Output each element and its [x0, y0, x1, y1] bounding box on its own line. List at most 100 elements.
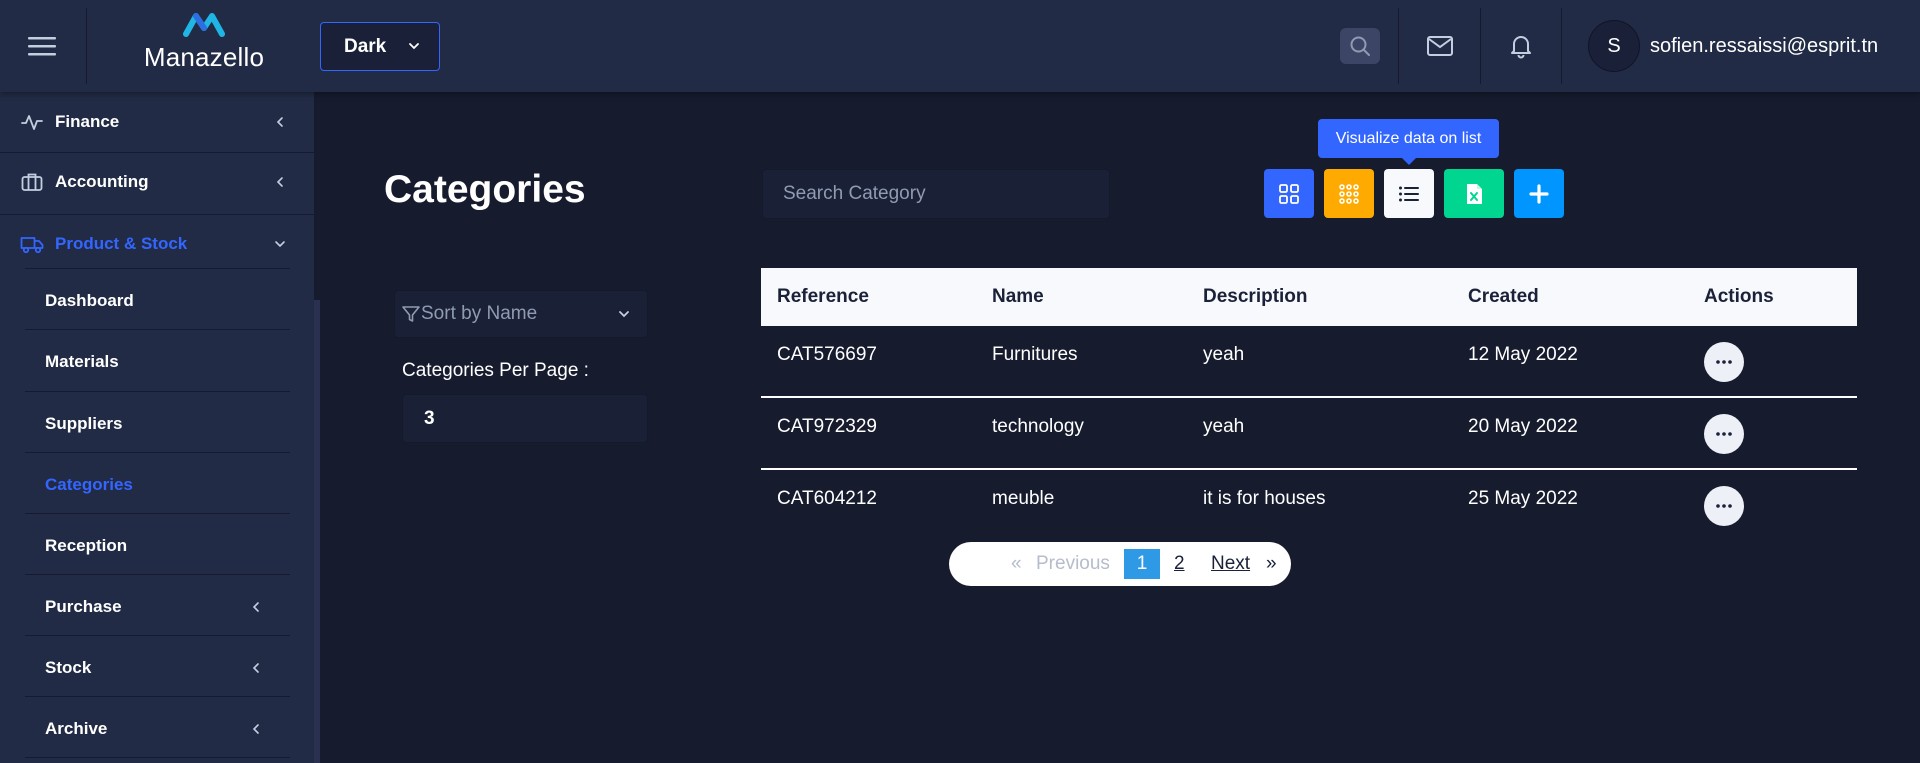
logo-mark-icon [183, 13, 225, 37]
cell-reference: CAT604212 [777, 488, 877, 509]
chevron-left-icon [252, 724, 259, 734]
categories-table: Reference Name Description Created Actio… [761, 268, 1857, 542]
sidebar-item-archive[interactable]: Archive [25, 700, 290, 758]
cell-created: 25 May 2022 [1468, 488, 1578, 509]
sidebar-item-suppliers[interactable]: Suppliers [25, 395, 290, 453]
sidebar-item-label: Stock [45, 658, 92, 677]
pagination-page-current[interactable]: 1 [1124, 549, 1160, 579]
per-page-label: Categories Per Page : [402, 360, 589, 381]
sort-select-value: Sort by Name [421, 303, 538, 324]
sidebar-item-finance[interactable]: Finance [0, 102, 314, 142]
briefcase-icon [20, 170, 44, 194]
search-button[interactable] [1340, 28, 1380, 64]
sidebar-item-label: Categories [45, 475, 133, 494]
tooltip: Visualize data on list [1318, 119, 1499, 165]
filter-icon [402, 306, 420, 322]
chevron-left-icon [252, 602, 259, 612]
mail-icon [1427, 36, 1453, 56]
sidebar-item-reception[interactable]: Reception [25, 517, 290, 575]
pagination-next-arrow[interactable]: » [1266, 542, 1277, 586]
pagination-page[interactable]: 2 [1174, 542, 1185, 586]
grid-view-button[interactable] [1264, 169, 1314, 218]
theme-select[interactable]: Dark [320, 22, 440, 71]
cell-description: it is for houses [1203, 488, 1326, 509]
row-actions-button[interactable] [1704, 414, 1744, 454]
search-placeholder: Search Category [783, 183, 926, 204]
cell-created: 20 May 2022 [1468, 416, 1578, 437]
column-header-name[interactable]: Name [992, 286, 1044, 308]
chevron-down-icon [619, 311, 629, 318]
user-menu[interactable]: S sofien.ressaissi@esprit.tn [1588, 20, 1878, 72]
sidebar-item-accounting[interactable]: Accounting [0, 157, 314, 207]
pagination-prev-arrow: « [1011, 553, 1022, 574]
sidebar-item-purchase[interactable]: Purchase [25, 578, 290, 636]
more-horizontal-icon [1716, 360, 1732, 364]
pagination-next[interactable]: Next [1211, 542, 1250, 586]
column-header-reference[interactable]: Reference [777, 286, 869, 308]
cell-description: yeah [1203, 416, 1245, 437]
sort-select[interactable]: Sort by Name [394, 290, 648, 338]
add-category-button[interactable] [1514, 169, 1564, 218]
sidebar-item-label: Archive [45, 719, 108, 738]
sidebar-item-stock[interactable]: Stock [25, 639, 290, 697]
car-icon [20, 232, 44, 256]
app-logo[interactable]: Manazello [136, 10, 272, 80]
sidebar-divider [0, 214, 314, 215]
table-row: CAT972329 technology yeah 20 May 2022 [761, 398, 1857, 470]
column-header-description[interactable]: Description [1203, 286, 1308, 308]
notifications-button[interactable] [1501, 28, 1541, 64]
logo-text: Manazello [143, 42, 265, 72]
cell-created: 12 May 2022 [1468, 344, 1578, 365]
search-icon [1350, 36, 1370, 56]
sidebar-item-materials[interactable]: Materials [25, 333, 290, 391]
column-header-created[interactable]: Created [1468, 286, 1539, 308]
mail-button[interactable] [1420, 28, 1460, 64]
top-header: Manazello Dark S sofien.ressaissi@esprit… [0, 0, 1920, 92]
header-divider [1398, 8, 1399, 84]
cell-name: technology [992, 416, 1084, 437]
per-page-input[interactable]: 3 [402, 394, 648, 443]
apps-view-button[interactable] [1324, 169, 1374, 218]
header-divider [86, 8, 87, 84]
sidebar-divider [25, 574, 290, 575]
sidebar: Finance Accounting Product & Stock Dashb… [0, 92, 314, 763]
cell-reference: CAT972329 [777, 416, 877, 437]
header-divider [1561, 8, 1562, 84]
row-actions-button[interactable] [1704, 342, 1744, 382]
export-excel-button[interactable] [1444, 169, 1504, 218]
row-actions-button[interactable] [1704, 486, 1744, 526]
chevron-left-icon [276, 177, 283, 187]
chevron-left-icon [276, 117, 283, 127]
sidebar-item-label: Purchase [45, 597, 122, 616]
sidebar-item-label: Product & Stock [55, 234, 188, 253]
sidebar-divider [25, 513, 290, 514]
plus-icon [1529, 183, 1549, 204]
sidebar-item-label: Dashboard [45, 291, 134, 310]
avatar: S [1588, 20, 1640, 72]
list-icon [1399, 186, 1419, 201]
search-input[interactable]: Search Category [762, 169, 1110, 219]
menu-toggle-icon[interactable] [22, 30, 62, 62]
cell-name: Furnitures [992, 344, 1078, 365]
user-email: sofien.ressaissi@esprit.tn [1650, 34, 1879, 57]
grid-icon [1279, 183, 1299, 204]
sidebar-divider [25, 391, 290, 392]
excel-file-icon [1467, 183, 1482, 204]
sidebar-item-categories[interactable]: Categories [25, 456, 290, 514]
sidebar-divider [25, 757, 290, 758]
cell-reference: CAT576697 [777, 344, 877, 365]
list-view-button[interactable] [1384, 169, 1434, 218]
sidebar-divider [25, 696, 290, 697]
table-row: CAT604212 meuble it is for houses 25 May… [761, 470, 1857, 542]
chevron-left-icon [252, 663, 259, 673]
sidebar-item-dashboard[interactable]: Dashboard [25, 272, 290, 330]
sidebar-item-label: Materials [45, 352, 119, 371]
cell-description: yeah [1203, 344, 1245, 365]
sidebar-item-label: Suppliers [45, 414, 123, 433]
sidebar-item-product-stock[interactable]: Product & Stock [0, 219, 314, 269]
page-title: Categories [384, 168, 586, 211]
theme-select-value: Dark [344, 35, 387, 57]
table-header: Reference Name Description Created Actio… [761, 268, 1857, 326]
sidebar-scrollbar[interactable] [314, 300, 320, 763]
sidebar-divider [25, 268, 290, 269]
